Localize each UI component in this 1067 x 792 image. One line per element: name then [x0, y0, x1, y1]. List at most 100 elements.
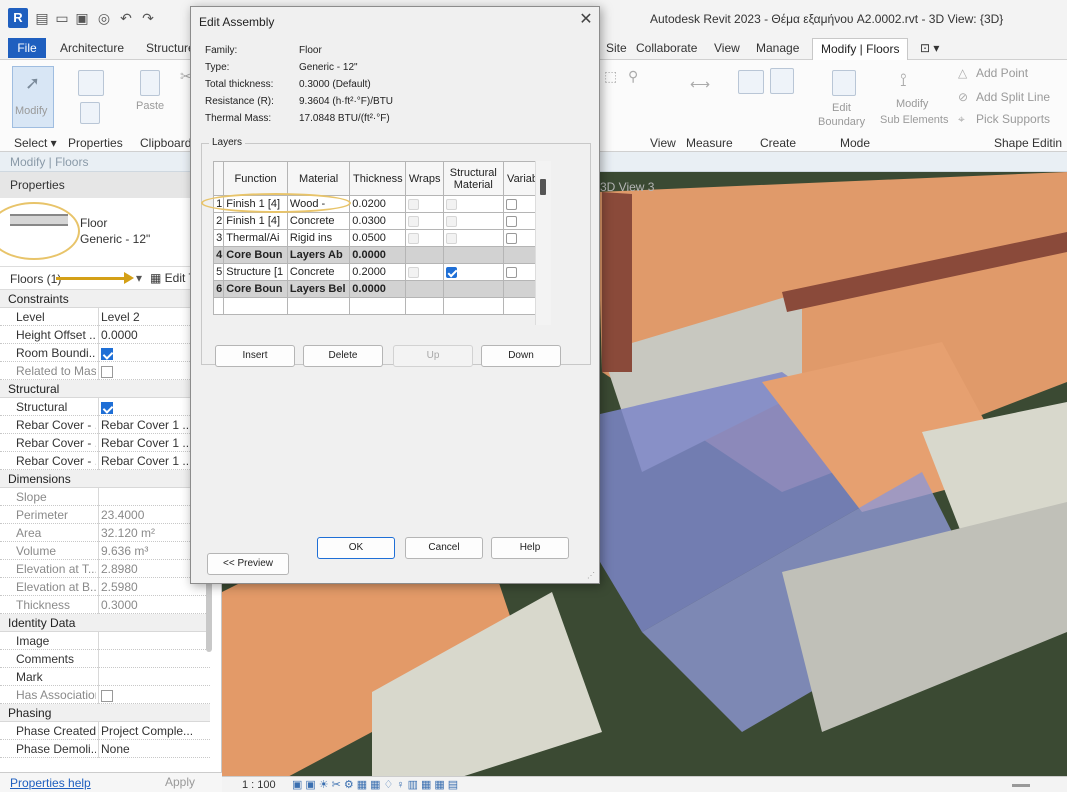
redo-icon[interactable]: ↷	[140, 10, 156, 26]
modify-button[interactable]: ➚ Modify	[12, 66, 54, 128]
layer-row[interactable]: 4 Core Boun Layers Ab 0.0000	[212, 246, 552, 264]
instance-selector[interactable]: Floors (1)	[10, 272, 61, 286]
layer-variable-checkbox[interactable]	[505, 266, 517, 278]
create-group-icon[interactable]	[738, 70, 764, 94]
property-checkbox[interactable]	[101, 348, 113, 361]
paint-icon[interactable]: ⚲	[628, 68, 638, 85]
view-scale[interactable]: 1 : 100	[242, 779, 276, 791]
add-point-button[interactable]: Add Point	[976, 66, 1028, 80]
layer-function[interactable]: Finish 1 [4]	[223, 212, 288, 230]
delete-button[interactable]: Delete	[303, 345, 383, 367]
layers-scroll-thumb[interactable]	[540, 179, 546, 195]
property-value[interactable]	[98, 650, 210, 668]
tab-view[interactable]: View	[714, 41, 740, 55]
layer-row[interactable]: 3 Thermal/Ai Rigid ins 0.0500	[212, 229, 552, 247]
layer-thickness[interactable]: 0.0500	[349, 229, 407, 247]
layer-thickness[interactable]: 0.0300	[349, 212, 407, 230]
layer-thickness[interactable]: 0.2000	[349, 263, 407, 281]
layers-scrollbar[interactable]	[535, 161, 551, 325]
layer-material[interactable]: Concrete	[286, 263, 351, 281]
property-value[interactable]	[98, 668, 210, 686]
layer-thickness[interactable]: 0.0000	[349, 280, 407, 298]
layer-variable-checkbox[interactable]	[505, 198, 517, 210]
layer-material[interactable]: Rigid ins	[286, 229, 351, 247]
view-tab-3d-view-3[interactable]: 3D View 3	[600, 180, 720, 196]
property-value[interactable]: Project Comple...	[98, 722, 210, 740]
resize-grip-icon[interactable]: ⋰	[587, 571, 597, 581]
layer-function[interactable]: Core Boun	[223, 280, 288, 298]
properties-section-header[interactable]: Phasing	[0, 704, 210, 722]
property-checkbox[interactable]	[101, 402, 113, 415]
properties-help-link[interactable]: Properties help	[10, 776, 91, 790]
measure-icon[interactable]: ⟷	[690, 76, 710, 93]
layer-function[interactable]: Thermal/Ai	[223, 229, 288, 247]
layer-material[interactable]: Layers Bel	[286, 280, 351, 298]
tab-architecture[interactable]: Architecture	[60, 41, 124, 55]
tab-site[interactable]: Site	[606, 41, 627, 55]
layer-thickness[interactable]: 0.0200	[349, 195, 407, 213]
insert-button[interactable]: Insert	[215, 345, 295, 367]
add-split-line-button[interactable]: Add Split Line	[976, 90, 1050, 104]
up-button[interactable]: Up	[393, 345, 473, 367]
col-thickness[interactable]: Thickness	[349, 161, 407, 196]
create-parts-icon[interactable]	[770, 68, 794, 94]
property-value[interactable]: None	[98, 740, 210, 758]
col-function[interactable]: Function	[223, 161, 288, 196]
undo-icon[interactable]: ↶	[118, 10, 134, 26]
property-checkbox[interactable]	[101, 690, 113, 703]
ok-button[interactable]: OK	[317, 537, 395, 559]
properties-section-header[interactable]: Dimensions	[0, 470, 210, 488]
tab-file[interactable]: File	[8, 38, 46, 58]
tab-modify-floors[interactable]: Modify | Floors	[812, 38, 909, 60]
layer-function[interactable]: Core Boun	[223, 246, 288, 264]
property-checkbox[interactable]	[101, 366, 113, 379]
chevron-down-icon[interactable]: ▾	[136, 271, 142, 285]
edit-type-button[interactable]: ▦ Edit T	[150, 271, 196, 285]
property-value[interactable]	[98, 686, 210, 704]
layer-row[interactable]: 2 Finish 1 [4] Concrete 0.0300	[212, 212, 552, 230]
paste-icon[interactable]	[140, 70, 160, 96]
layer-row[interactable]: 5 Structure [1 Concrete 0.2000	[212, 263, 552, 281]
col-material[interactable]: Material	[286, 161, 351, 196]
layer-wraps-checkbox[interactable]	[408, 232, 420, 244]
properties-section-header[interactable]: Constraints	[0, 290, 210, 308]
modify-sub-elements-icon[interactable]: ⟟	[900, 70, 907, 91]
layer-variable-checkbox[interactable]	[505, 232, 517, 244]
close-icon[interactable]: ✕	[577, 11, 595, 29]
type-properties-icon[interactable]	[78, 70, 104, 96]
layer-structural-checkbox[interactable]	[445, 198, 457, 210]
tab-structure[interactable]: Structure	[146, 41, 195, 55]
select-dropdown[interactable]: Select ▾	[14, 136, 57, 150]
layer-thickness[interactable]: 0.0000	[349, 246, 407, 264]
extra-tab-icon[interactable]: ⊡ ▾	[920, 41, 939, 55]
layer-structural-checkbox[interactable]	[445, 215, 457, 227]
wall-join-icon[interactable]: ⬚	[604, 68, 617, 85]
layer-wraps-checkbox[interactable]	[408, 198, 420, 210]
properties-section-header[interactable]: Identity Data	[0, 614, 210, 632]
layer-wraps-checkbox[interactable]	[408, 266, 420, 278]
layer-wraps-checkbox[interactable]	[408, 215, 420, 227]
layer-variable-checkbox[interactable]	[505, 215, 517, 227]
properties-icon[interactable]	[80, 102, 100, 124]
property-value[interactable]	[98, 632, 210, 650]
preview-button[interactable]: << Preview	[207, 553, 289, 575]
col-wraps[interactable]: Wraps	[405, 161, 444, 196]
view-control-icons[interactable]: ▣▣☀✂⚙▦▦♢♀▥▦▦▤	[292, 778, 461, 791]
properties-section-header[interactable]: Structural	[0, 380, 210, 398]
layer-material[interactable]: Concrete	[286, 212, 351, 230]
tab-collaborate[interactable]: Collaborate	[636, 41, 697, 55]
cancel-button[interactable]: Cancel	[405, 537, 483, 559]
layer-structural-checkbox[interactable]	[445, 232, 457, 244]
layer-function[interactable]: Structure [1	[223, 263, 288, 281]
open-icon[interactable]: ▭	[54, 10, 70, 26]
layer-row[interactable]: 6 Core Boun Layers Bel 0.0000	[212, 280, 552, 298]
down-button[interactable]: Down	[481, 345, 561, 367]
property-value[interactable]: 0.3000	[98, 596, 210, 614]
layer-material[interactable]: Layers Ab	[286, 246, 351, 264]
revit-logo-icon[interactable]: R	[8, 8, 28, 28]
tab-manage[interactable]: Manage	[756, 41, 799, 55]
pick-supports-button[interactable]: Pick Supports	[976, 112, 1050, 126]
help-button[interactable]: Help	[491, 537, 569, 559]
home-icon[interactable]: ▤	[34, 10, 50, 26]
col-structural-material[interactable]: Structural Material	[442, 161, 504, 196]
